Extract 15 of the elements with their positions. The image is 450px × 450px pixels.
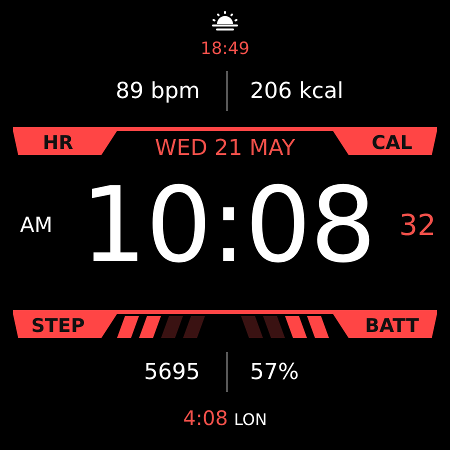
world-clock-city: LON bbox=[234, 410, 267, 429]
cal-tag: CAL bbox=[333, 131, 437, 155]
seconds-display: 32 bbox=[398, 208, 436, 242]
batt-tag: BATT bbox=[333, 314, 437, 338]
sunset-icon bbox=[212, 11, 238, 33]
am-pm-label: AM bbox=[20, 213, 54, 237]
battery-value: 57% bbox=[249, 360, 300, 384]
date-text: WED 21 MAY bbox=[154, 136, 296, 155]
hr-tag: HR bbox=[13, 131, 117, 155]
world-clock-time: 4:08 bbox=[183, 406, 228, 430]
steps-value: 5695 bbox=[143, 360, 201, 384]
heart-rate-value: 89 bpm bbox=[114, 78, 201, 104]
time-display: 10:08 bbox=[80, 170, 376, 280]
calories-value: 206 kcal bbox=[249, 78, 344, 104]
sunset-time: 18:49 bbox=[200, 39, 250, 59]
